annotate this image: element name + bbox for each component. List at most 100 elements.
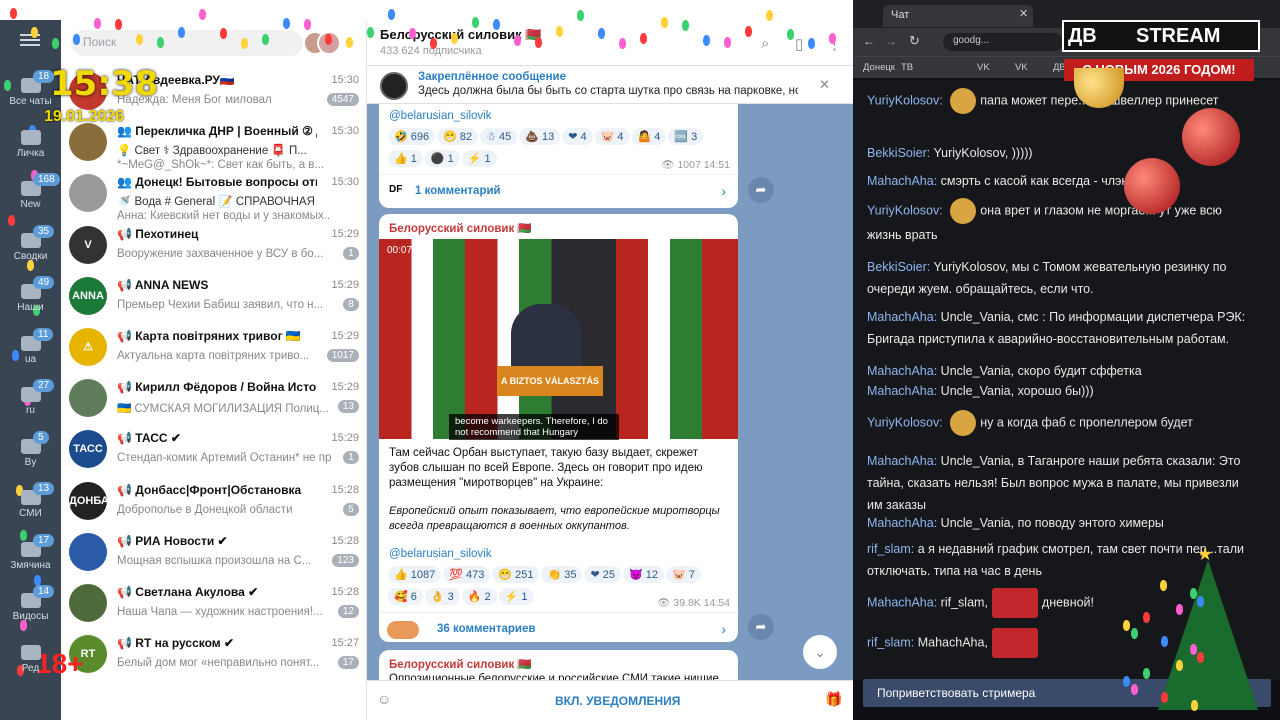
- forward-button[interactable]: ➦: [748, 614, 774, 640]
- reaction-chip[interactable]: ❤ 4: [562, 128, 593, 145]
- chat-row[interactable]: 👥 Донецк! Бытовые вопросы ответы: 15:30 🚿 …: [61, 170, 366, 222]
- folder-item[interactable]: Видосы 14: [0, 585, 61, 633]
- forward-button[interactable]: ➦: [748, 177, 774, 203]
- chat-username[interactable]: MahachAha:: [867, 364, 937, 378]
- folder-label: ru: [26, 405, 35, 416]
- chat-text: Uncle_Vania, по поводу энтого химеры: [940, 516, 1164, 530]
- chat-username[interactable]: rif_slam:: [867, 542, 914, 556]
- chat-username[interactable]: MahachAha:: [867, 595, 937, 609]
- reaction-chip[interactable]: 😈 12: [622, 566, 664, 583]
- bookmark[interactable]: Донецк: [863, 62, 895, 73]
- chat-preview: 🇺🇦 СУМСКАЯ МОГИЛИЗАЦИЯ Полиц...: [117, 403, 329, 416]
- pinned-message[interactable]: Закреплённое сообщение Здесь должна была…: [367, 66, 853, 104]
- url-field[interactable]: goodg...: [943, 33, 1063, 51]
- reaction-chip[interactable]: 🐷 7: [665, 566, 701, 583]
- post-2-link[interactable]: @belarusian_silovik: [389, 548, 491, 560]
- channel-header[interactable]: Белорусский силовик 🇧🇾 433 624 подписчик…: [367, 20, 853, 66]
- unpin-icon[interactable]: ✕: [819, 77, 830, 93]
- reaction-chip[interactable]: 🤣 696: [388, 128, 436, 145]
- garland-bulb: [766, 10, 773, 22]
- chat-row[interactable]: RT 📢 RT на русском ✔ 15:27 Белый дом мог «н…: [61, 631, 366, 682]
- chat-row[interactable]: ANNA 📢 ANNA NEWS 15:29 Премьер Чехии Бабиш …: [61, 273, 366, 324]
- chat-username[interactable]: BekkiSoier:: [867, 146, 930, 160]
- reaction-chip[interactable]: 😁 251: [492, 566, 540, 583]
- folder-item[interactable]: Личка: [0, 122, 61, 170]
- post-2-author[interactable]: Белорусский силовик 🇧🇾: [389, 221, 532, 235]
- post-2: Белорусский силовик 🇧🇾 00:07 A BIZTOS VÁ…: [379, 214, 738, 642]
- notifications-bar[interactable]: ВКЛ. УВЕДОМЛЕНИЯ ☺ 🎁: [367, 680, 853, 720]
- garland-bulb: [367, 26, 374, 38]
- post-1-comments[interactable]: DF 1 комментарий ›: [379, 174, 738, 208]
- chat-avatar: [69, 584, 107, 622]
- reaction-chip[interactable]: ❤ 25: [584, 566, 621, 583]
- folder-label: Сводки: [13, 250, 48, 262]
- reaction-chip[interactable]: ☃ 45: [480, 128, 518, 145]
- reaction-chip[interactable]: ⚡ 1: [498, 588, 534, 605]
- chat-row[interactable]: 👥 Перекличка ДНР | Военный ② До... 15:30 💡…: [61, 119, 366, 171]
- post-1: @belarusian_silovik 🤣 696 😁 82 ☃ 45 💩 13 ❤ 4…: [379, 104, 738, 208]
- folder-item[interactable]: СМИ 13: [0, 482, 61, 530]
- notify-button[interactable]: ВКЛ. УВЕДОМЛЕНИЯ: [555, 694, 680, 708]
- chat-username[interactable]: YuriyKolosov:: [867, 93, 943, 107]
- chat-row[interactable]: 📢 Кирилл Фёдоров / Война История ... 15:2…: [61, 375, 366, 426]
- post-2-reactions: 👍 1087 💯 473 😁 251 👏 35 ❤ 25 😈 12 🐷 7: [387, 564, 732, 585]
- gift-icon[interactable]: 🎁: [825, 691, 842, 708]
- chat-row[interactable]: ТАСС 📢 ТАСС ✔ 15:29 Стендап-комик Артемий О…: [61, 426, 366, 477]
- folder-item[interactable]: By 5: [0, 430, 61, 479]
- reaction-chip[interactable]: 🐷 4: [594, 128, 630, 145]
- chat-row[interactable]: 📢 РИА Новости ✔ 15:28 Мощная вспышка произ…: [61, 529, 366, 580]
- reaction-chip[interactable]: 🤷 4: [631, 128, 667, 145]
- chat-name: 📢 Донбасс|Фронт|Обстановка: [117, 482, 302, 497]
- reaction-chip[interactable]: 🥰 6: [388, 588, 423, 605]
- close-icon[interactable]: ✕: [1019, 7, 1028, 20]
- folder-item[interactable]: Сводки 35: [0, 224, 61, 273]
- chat-username[interactable]: MahachAha:: [867, 310, 937, 324]
- folder-item[interactable]: New 168: [0, 173, 61, 221]
- reaction-chip[interactable]: 💯 473: [443, 566, 491, 583]
- forward-icon[interactable]: →: [885, 34, 897, 48]
- post-1-link[interactable]: @belarusian_silovik: [389, 110, 491, 122]
- search-icon[interactable]: ⌕: [761, 35, 769, 52]
- reaction-chip[interactable]: ⚫ 1: [424, 150, 460, 167]
- chat-row[interactable]: 📢 Светлана Акулова ✔ 15:28 Наша Чапа — худ…: [61, 580, 366, 631]
- chat-username[interactable]: MahachAha:: [867, 384, 937, 398]
- chat-username[interactable]: MahachAha:: [867, 516, 937, 530]
- chat-username[interactable]: MahachAha:: [867, 454, 937, 468]
- reaction-chip[interactable]: 💩 13: [519, 128, 561, 145]
- folder-item[interactable]: Наши 49: [0, 276, 61, 324]
- folder-item[interactable]: Ред: [0, 637, 61, 685]
- reaction-chip[interactable]: 👍 1: [388, 150, 423, 167]
- scroll-down-button[interactable]: ⌄: [803, 635, 837, 669]
- chat-time: 15:28: [331, 534, 359, 547]
- folder-item[interactable]: Змячина 17: [0, 533, 61, 582]
- reload-icon[interactable]: ↻: [909, 33, 920, 49]
- reaction-chip[interactable]: 👌 3: [424, 588, 460, 605]
- reaction-chip[interactable]: 🆒 3: [668, 128, 704, 145]
- folder-item[interactable]: ru 27: [0, 379, 61, 427]
- chat-username[interactable]: YuriyKolosov:: [867, 203, 943, 217]
- reaction-chip[interactable]: ⚡ 1: [461, 150, 497, 167]
- folder-item[interactable]: ua 11: [0, 327, 61, 376]
- chat-row[interactable]: ДОНБАСС 📢 Донбасс|Фронт|Обстановка 15:28 До…: [61, 478, 366, 529]
- bookmark[interactable]: VK: [1015, 62, 1028, 73]
- reaction-chip[interactable]: 👍 1087: [388, 566, 442, 583]
- chat-username[interactable]: YuriyKolosov:: [867, 415, 943, 429]
- video-player[interactable]: 00:07 A BIZTOS VÁLASZTÁS become warkeepe…: [379, 239, 738, 440]
- reaction-chip[interactable]: 👏 35: [541, 566, 583, 583]
- chat-username[interactable]: BekkiSoier:: [867, 260, 930, 274]
- folder-item[interactable]: Все чаты 18: [0, 70, 61, 118]
- sidebar-toggle-icon[interactable]: ▯: [795, 35, 803, 53]
- chat-username[interactable]: rif_slam:: [867, 635, 914, 649]
- chat-row[interactable]: V 📢 Пехотинец 15:29 Вооружение захваченное …: [61, 222, 366, 273]
- chat-username[interactable]: MahachAha:: [867, 174, 937, 188]
- emoji-icon[interactable]: ☺: [377, 691, 391, 707]
- bookmark[interactable]: ТВ: [901, 62, 913, 73]
- reaction-chip[interactable]: 😁 82: [437, 128, 479, 145]
- bookmark[interactable]: VK: [977, 62, 990, 73]
- chat-row[interactable]: ⚠ 📢 Карта повітряних тривог 🇺🇦 15:29 Актуал…: [61, 324, 366, 375]
- browser-tab[interactable]: Чат: [883, 5, 1033, 27]
- post-2-comments[interactable]: 36 комментариев ›: [379, 612, 738, 642]
- reaction-chip[interactable]: 🔥 2: [461, 588, 497, 605]
- back-icon[interactable]: ←: [863, 34, 875, 48]
- post-3-author[interactable]: Белорусский силовик 🇧🇾: [389, 657, 532, 671]
